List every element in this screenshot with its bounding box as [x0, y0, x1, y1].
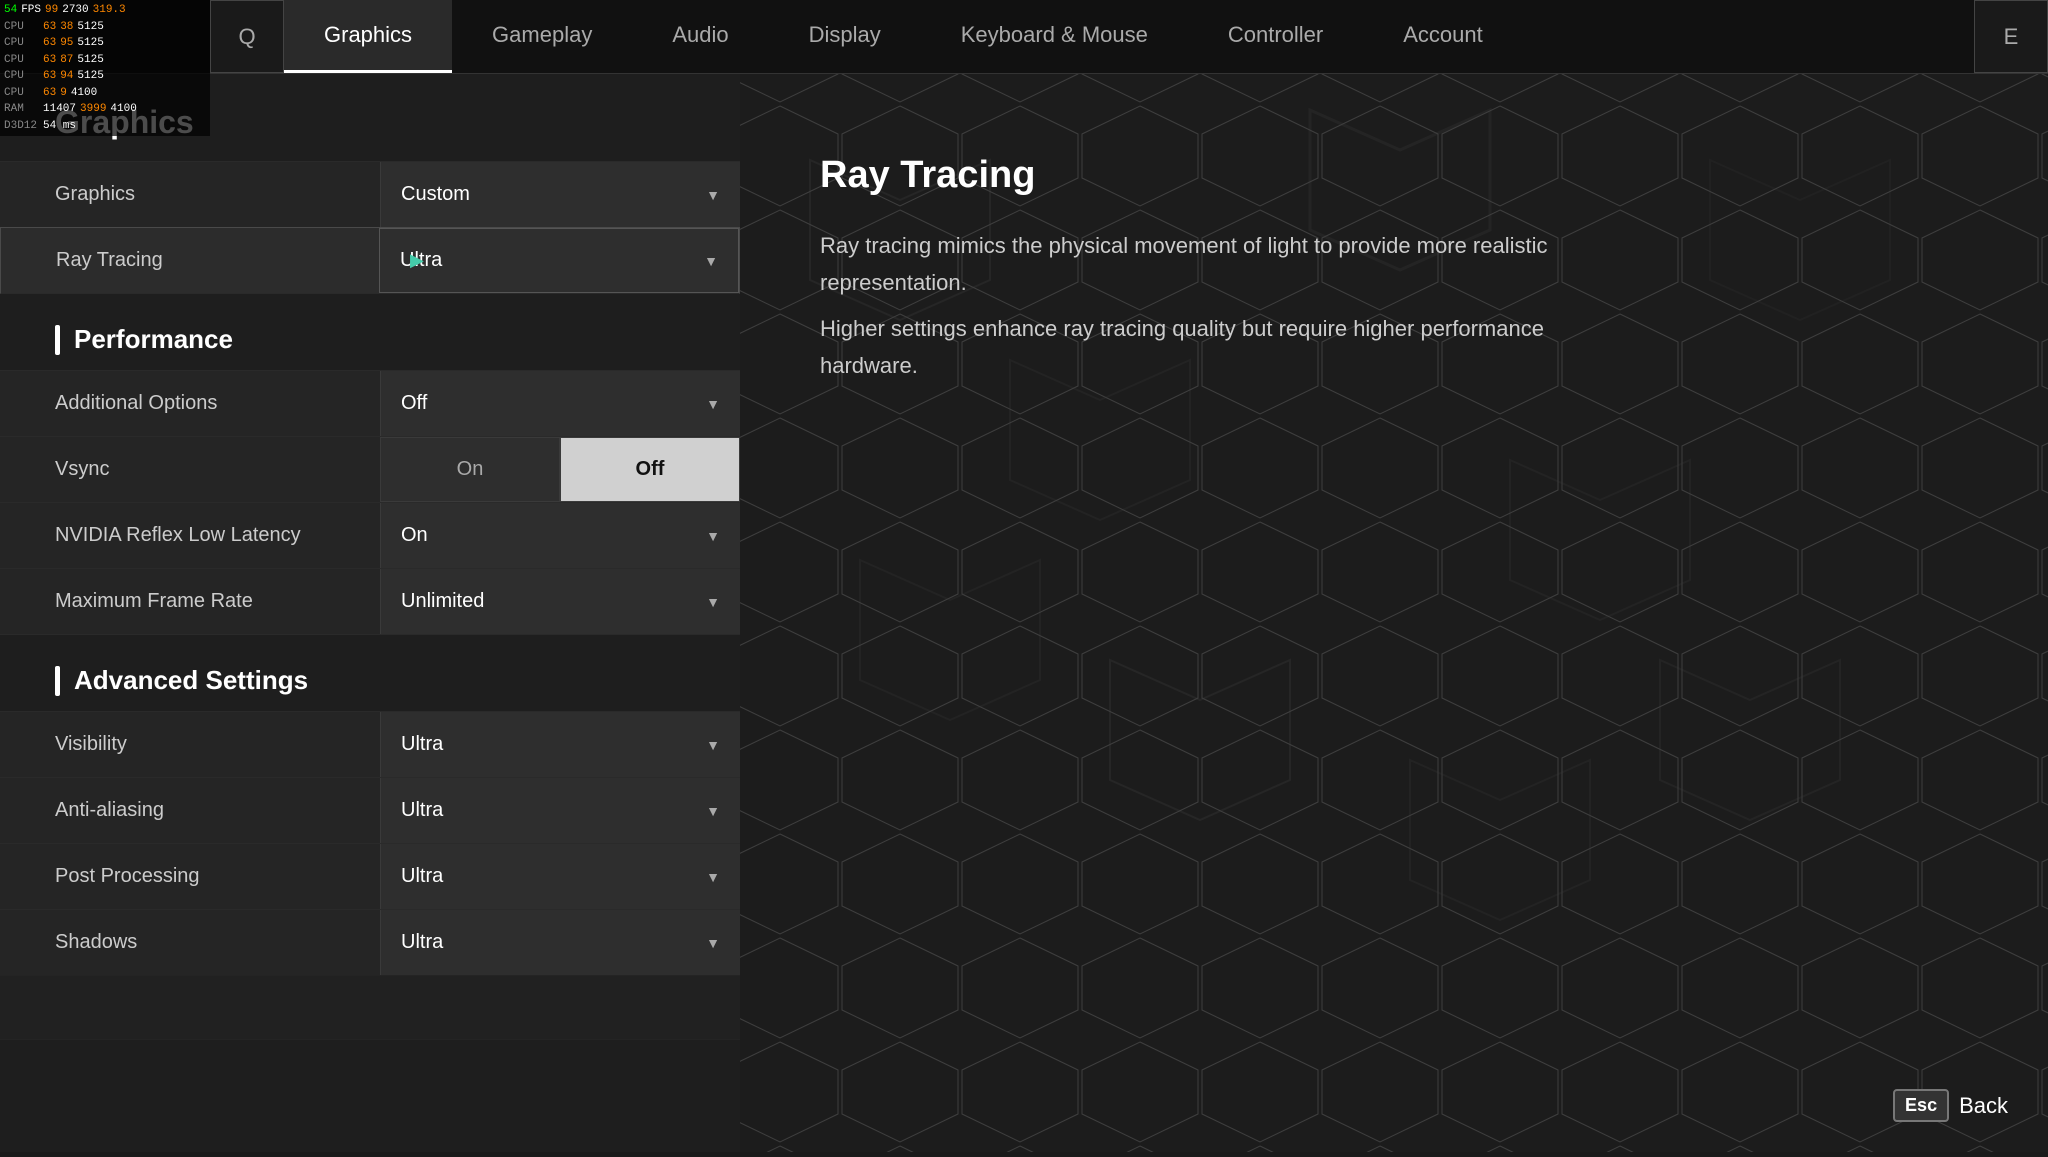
- advanced-header: Advanced Settings: [0, 635, 740, 711]
- nvidia-reflex-row: NVIDIA Reflex Low Latency On ▼: [0, 502, 740, 568]
- nvidia-reflex-value: On: [401, 524, 428, 547]
- visibility-dropdown[interactable]: Ultra ▼: [380, 712, 740, 777]
- post-processing-label: Post Processing: [0, 865, 380, 888]
- shadows-dropdown[interactable]: Ultra ▼: [380, 910, 740, 975]
- tab-account[interactable]: Account: [1363, 0, 1523, 73]
- q-icon: Q: [238, 24, 255, 50]
- max-frame-rate-dropdown[interactable]: Unlimited ▼: [380, 569, 740, 634]
- tab-display[interactable]: Display: [769, 0, 921, 73]
- vsync-off-button[interactable]: Off: [560, 437, 740, 502]
- additional-options-dropdown[interactable]: Off ▼: [380, 371, 740, 436]
- e-icon-button[interactable]: E: [1974, 0, 2048, 73]
- ray-tracing-label: Ray Tracing: [1, 249, 379, 272]
- vsync-on-button[interactable]: On: [380, 437, 560, 502]
- vsync-toggle-group: On Off: [380, 437, 740, 502]
- max-frame-rate-row: Maximum Frame Rate Unlimited ▼: [0, 568, 740, 635]
- left-panel: Graphics Graphics Custom ▼ Ray Tracing U…: [0, 74, 740, 1152]
- info-title: Ray Tracing: [820, 154, 1968, 197]
- advanced-title: Advanced Settings: [74, 665, 308, 696]
- visibility-row: Visibility Ultra ▼: [0, 711, 740, 777]
- graphics-preset-label: Graphics: [0, 183, 380, 206]
- tab-audio[interactable]: Audio: [632, 0, 768, 73]
- q-icon-button[interactable]: Q: [210, 0, 284, 73]
- advanced-section: Advanced Settings Visibility Ultra ▼ Ant…: [0, 635, 740, 1040]
- visibility-value: Ultra: [401, 733, 443, 756]
- more-settings-row: [0, 975, 740, 1040]
- graphics-preset-dropdown[interactable]: Custom ▼: [380, 162, 740, 227]
- visibility-label: Visibility: [0, 733, 380, 756]
- performance-section-bar: [55, 325, 60, 355]
- ray-tracing-arrow: ▼: [704, 253, 718, 269]
- anti-aliasing-value: Ultra: [401, 799, 443, 822]
- additional-options-arrow: ▼: [706, 396, 720, 412]
- ray-tracing-dropdown[interactable]: Ultra ▼ ▶: [379, 228, 739, 293]
- info-description-line1: Ray tracing mimics the physical movement…: [820, 227, 1620, 302]
- post-processing-arrow: ▼: [706, 869, 720, 885]
- post-processing-dropdown[interactable]: Ultra ▼: [380, 844, 740, 909]
- tab-graphics[interactable]: Graphics: [284, 0, 452, 73]
- overlay-stats: 54 FPS 99 2730 319.3 CPU 63 38 5125 CPU …: [0, 0, 210, 136]
- additional-options-row: Additional Options Off ▼: [0, 370, 740, 436]
- ray-tracing-row: Ray Tracing Ultra ▼ ▶: [0, 227, 740, 294]
- additional-options-label: Additional Options: [0, 392, 380, 415]
- stat-fps: 54: [4, 2, 17, 19]
- shadows-arrow: ▼: [706, 935, 720, 951]
- performance-section: Performance Additional Options Off ▼ Vsy…: [0, 294, 740, 635]
- tab-keyboard-mouse[interactable]: Keyboard & Mouse: [921, 0, 1188, 73]
- right-panel: Ray Tracing Ray tracing mimics the physi…: [740, 74, 2048, 1152]
- graphics-preset-row: Graphics Custom ▼: [0, 161, 740, 227]
- shadows-row: Shadows Ultra ▼: [0, 909, 740, 975]
- back-button[interactable]: Esc Back: [1893, 1089, 2008, 1122]
- graphics-section: Graphics Custom ▼ Ray Tracing Ultra ▼ ▶: [0, 161, 740, 294]
- nvidia-reflex-dropdown[interactable]: On ▼: [380, 503, 740, 568]
- nvidia-reflex-arrow: ▼: [706, 528, 720, 544]
- anti-aliasing-row: Anti-aliasing Ultra ▼: [0, 777, 740, 843]
- visibility-arrow: ▼: [706, 737, 720, 753]
- max-frame-rate-value: Unlimited: [401, 590, 484, 613]
- tab-gameplay[interactable]: Gameplay: [452, 0, 632, 73]
- anti-aliasing-dropdown[interactable]: Ultra ▼: [380, 778, 740, 843]
- back-label: Back: [1959, 1093, 2008, 1119]
- vsync-label: Vsync: [0, 458, 380, 481]
- post-processing-row: Post Processing Ultra ▼: [0, 843, 740, 909]
- shadows-value: Ultra: [401, 931, 443, 954]
- back-key: Esc: [1893, 1089, 1949, 1122]
- additional-options-value: Off: [401, 392, 427, 415]
- max-frame-rate-arrow: ▼: [706, 594, 720, 610]
- nav-bar: 54 FPS 99 2730 319.3 CPU 63 38 5125 CPU …: [0, 0, 2048, 74]
- shadows-label: Shadows: [0, 931, 380, 954]
- anti-aliasing-label: Anti-aliasing: [0, 799, 380, 822]
- post-processing-value: Ultra: [401, 865, 443, 888]
- nav-spacer: [1523, 0, 1974, 73]
- tab-controller[interactable]: Controller: [1188, 0, 1363, 73]
- e-icon: E: [2004, 24, 2019, 50]
- graphics-preset-arrow: ▼: [706, 187, 720, 203]
- vsync-row: Vsync On Off: [0, 436, 740, 502]
- cursor-indicator: ▶: [410, 250, 424, 271]
- nvidia-reflex-label: NVIDIA Reflex Low Latency: [0, 524, 380, 547]
- main-content: Graphics Graphics Custom ▼ Ray Tracing U…: [0, 74, 2048, 1152]
- performance-header: Performance: [0, 294, 740, 370]
- anti-aliasing-arrow: ▼: [706, 803, 720, 819]
- performance-title: Performance: [74, 324, 233, 355]
- advanced-section-bar: [55, 666, 60, 696]
- graphics-preset-value: Custom: [401, 183, 470, 206]
- info-description-line2: Higher settings enhance ray tracing qual…: [820, 310, 1620, 385]
- max-frame-rate-label: Maximum Frame Rate: [0, 590, 380, 613]
